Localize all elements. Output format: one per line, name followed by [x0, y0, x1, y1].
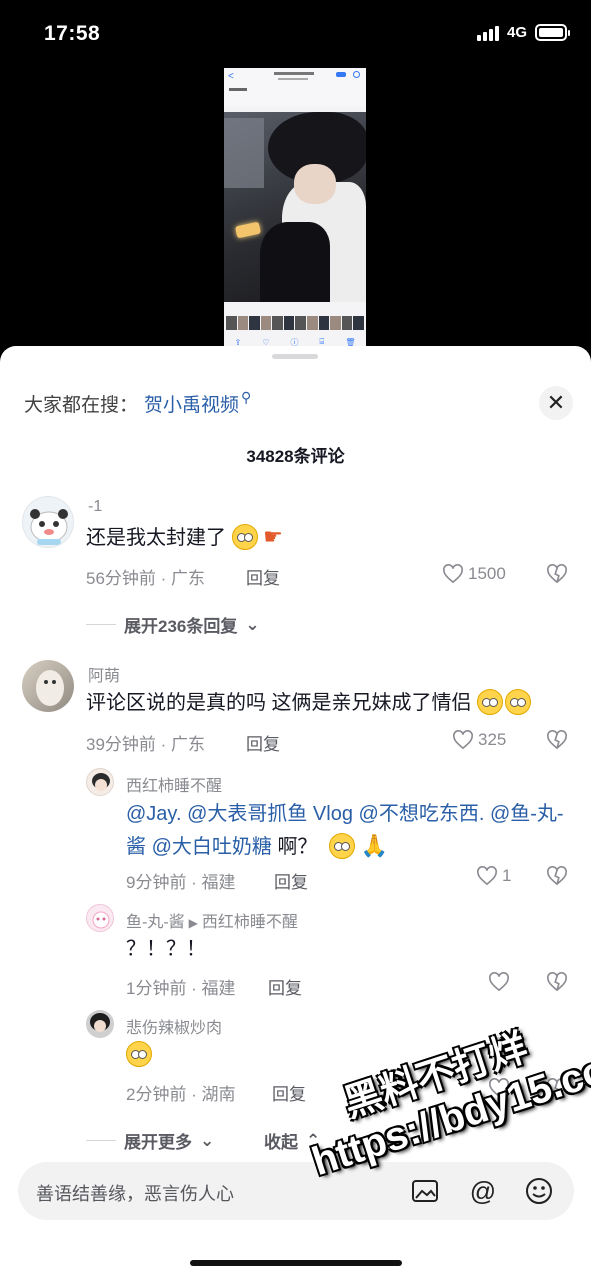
comment-input[interactable]: 善语结善缘，恶言伤人心 @: [18, 1162, 574, 1220]
search-icon: ⚲: [241, 389, 252, 405]
reply-text: [126, 1040, 152, 1070]
network-type: 4G: [506, 24, 527, 41]
close-button[interactable]: ✕: [539, 386, 573, 420]
comment-count: 34828条评论: [246, 447, 345, 466]
at-mention-icon[interactable]: @: [468, 1176, 498, 1206]
like-button[interactable]: 1: [476, 866, 511, 886]
reply-to-arrow-icon: ▶: [188, 916, 198, 930]
like-count: 325: [478, 730, 507, 749]
collapse-label: 收起: [264, 1133, 298, 1152]
battery-icon: [535, 24, 570, 41]
praying-hands-emoji-icon: 🙏: [360, 833, 388, 858]
dislike-icon[interactable]: [546, 972, 568, 992]
reply-time-location: 9分钟前 · 福建: [126, 873, 236, 892]
like-button[interactable]: 1500: [442, 564, 506, 584]
home-indicator: [190, 1260, 402, 1266]
status-time: 17:58: [44, 22, 101, 45]
comment-username[interactable]: -1: [88, 498, 102, 516]
status-indicators: 4G: [476, 24, 570, 41]
heart-icon: [443, 564, 463, 584]
expand-replies-label: 展开236条回复: [124, 617, 238, 636]
reply-username: 鱼-丸-酱 ▶ 西红柿睡不醒: [126, 908, 298, 932]
video-preview[interactable]: < ⇪ ♡ ⓘ ⌸ 🗑: [224, 68, 366, 350]
mention-link[interactable]: @大白吐奶糖: [152, 836, 272, 858]
dislike-icon[interactable]: [546, 564, 568, 584]
search-prefix: 大家都在搜：: [24, 395, 139, 416]
avatar[interactable]: [86, 768, 114, 796]
heart-icon: [453, 730, 473, 750]
status-bar: 17:58 4G: [0, 0, 591, 70]
reply-text: @Jay. @大表哥抓鱼 Vlog @不想吃东西. @鱼-丸-酱 @大白吐奶糖 …: [126, 798, 566, 863]
comment-username[interactable]: 阿萌: [88, 662, 120, 686]
mention-link[interactable]: @Jay.: [126, 803, 182, 825]
sweat-smile-emoji-icon: [126, 1041, 152, 1067]
sweat-smile-emoji-icon: [477, 689, 504, 715]
reply-text: ？！？！: [126, 938, 206, 960]
reply-time-location: 2分钟前 · 湖南: [126, 1085, 236, 1104]
mention-link[interactable]: @不想吃东西.: [359, 803, 485, 825]
sweat-smile-emoji-icon: [505, 689, 532, 715]
comment-input-placeholder: 善语结善缘，恶言伤人心: [36, 1184, 234, 1204]
divider-line: [86, 624, 116, 625]
reply-username[interactable]: 西红柿睡不醒: [126, 772, 222, 796]
comment-text-body: 评论区说的是真的吗 这俩是亲兄妹成了情侣: [86, 692, 472, 714]
dislike-icon[interactable]: [546, 730, 568, 750]
mention-link[interactable]: @大表哥抓鱼 Vlog: [187, 803, 353, 825]
confused-emoji-icon: [329, 833, 355, 859]
video-thumbnail-strip: [224, 316, 366, 330]
heart-icon: [477, 866, 497, 886]
reply-author[interactable]: 鱼-丸-酱: [126, 914, 185, 931]
reply-username[interactable]: 悲伤辣椒炒肉: [126, 1014, 222, 1038]
chevron-down-icon: ⌄: [200, 1130, 215, 1150]
avatar[interactable]: [22, 660, 74, 712]
expand-more-button[interactable]: 展开更多 ⌄: [86, 1128, 214, 1153]
reply-button[interactable]: 回复: [246, 730, 280, 755]
comment-text: 评论区说的是真的吗 这俩是亲兄妹成了情侣: [86, 688, 532, 718]
reply-button[interactable]: 回复: [246, 564, 280, 589]
comment-sheet: 大家都在搜： 贺小禹视频 ⚲ ✕ 34828条评论 -1 还是我太封建了 ☛ 5…: [0, 346, 591, 1280]
signal-icon: [476, 25, 499, 41]
avatar[interactable]: [22, 496, 74, 548]
close-icon: ✕: [546, 390, 566, 415]
flushed-emoji-icon: [231, 524, 258, 550]
sheet-drag-handle[interactable]: [272, 354, 318, 359]
reply-text-tail: 啊？: [277, 836, 318, 858]
like-count: 1500: [468, 564, 506, 583]
like-count: 1: [502, 866, 512, 885]
emoji-icon[interactable]: [524, 1176, 554, 1206]
image-icon[interactable]: [410, 1176, 440, 1206]
dislike-icon[interactable]: [546, 866, 568, 886]
expand-replies-button[interactable]: 展开236条回复 ⌄: [86, 612, 260, 637]
chevron-down-icon: ⌄: [245, 614, 260, 634]
video-photo: [224, 112, 366, 302]
comment-text-body: 还是我太封建了: [86, 527, 226, 549]
reply-button[interactable]: 回复: [268, 974, 302, 999]
expand-more-label: 展开更多: [124, 1133, 192, 1152]
avatar[interactable]: [86, 904, 114, 932]
divider-line: [86, 1140, 116, 1141]
search-keyword-link[interactable]: 贺小禹视频: [144, 390, 239, 417]
video-screenshot-topbar: <: [224, 68, 366, 106]
reply-button[interactable]: 回复: [274, 868, 308, 893]
pointing-hand-emoji-icon: ☛: [263, 524, 283, 549]
comment-text: 还是我太封建了 ☛: [86, 522, 283, 553]
reply-to-user[interactable]: 西红柿睡不醒: [202, 914, 298, 931]
heart-icon[interactable]: [488, 972, 510, 992]
avatar[interactable]: [86, 1010, 114, 1038]
like-button[interactable]: 325: [452, 730, 506, 750]
reply-time-location: 1分钟前 · 福建: [126, 979, 236, 998]
suggested-search[interactable]: 大家都在搜： 贺小禹视频 ⚲: [24, 389, 252, 417]
comment-time-location: 39分钟前 · 广东: [86, 735, 206, 754]
comment-time-location: 56分钟前 · 广东: [86, 569, 206, 588]
